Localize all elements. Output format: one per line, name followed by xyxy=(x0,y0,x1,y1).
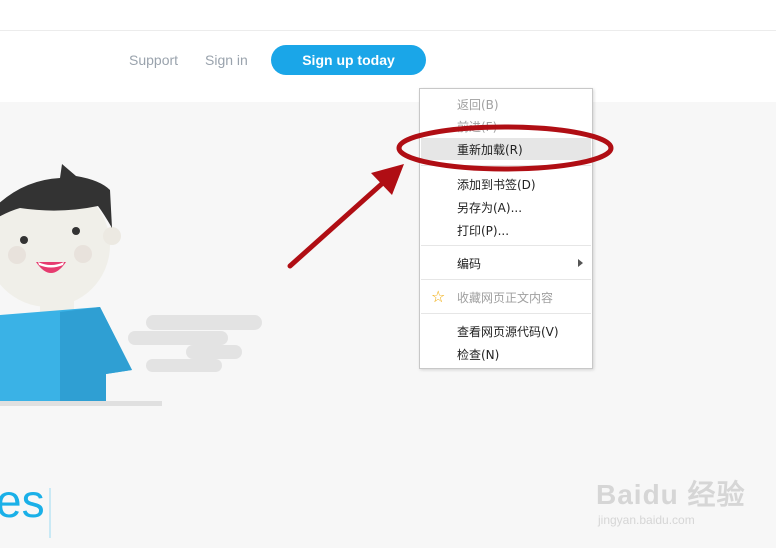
menu-item-encoding[interactable]: 编码 xyxy=(421,252,591,274)
hero-partial-heading: es xyxy=(0,475,45,527)
character xyxy=(0,164,132,401)
menu-item-reload[interactable]: 重新加载(R) xyxy=(421,138,591,160)
watermark-brand: Baidu 经验 xyxy=(596,479,746,510)
menu-item-save-as[interactable]: 另存为(A)... xyxy=(421,196,591,218)
menu-separator xyxy=(421,245,591,246)
nav-signin-link[interactable]: Sign in xyxy=(205,52,248,68)
watermark-url: jingyan.baidu.com xyxy=(598,513,695,527)
menu-separator xyxy=(421,165,591,166)
menu-separator xyxy=(421,279,591,280)
menu-item-back[interactable]: 返回(B) xyxy=(421,93,591,115)
star-icon: ☆ xyxy=(431,287,446,306)
top-strip xyxy=(0,0,776,31)
nav-support-link[interactable]: Support xyxy=(129,52,178,68)
menu-item-view-source[interactable]: 查看网页源代码(V) xyxy=(421,320,591,342)
page: Support Sign in Sign up today es 返回(B) 前… xyxy=(0,0,776,548)
baidu-watermark: Baidu 经验 jingyan.baidu.com xyxy=(596,463,756,533)
menu-item-print[interactable]: 打印(P)... xyxy=(421,219,591,241)
text-cursor xyxy=(49,488,51,538)
signup-button[interactable]: Sign up today xyxy=(271,45,426,75)
hero-illustration xyxy=(0,164,262,406)
context-menu: 返回(B) 前进(F) 重新加载(R) 添加到书签(D) 另存为(A)... 打… xyxy=(419,88,593,369)
menu-item-forward[interactable]: 前进(F) xyxy=(421,115,591,137)
menu-separator xyxy=(421,313,591,314)
menu-item-bookmark[interactable]: 添加到书签(D) xyxy=(421,173,591,195)
menu-item-save-article[interactable]: ☆ 收藏网页正文内容 xyxy=(421,286,591,308)
submenu-arrow-icon xyxy=(578,259,583,267)
menu-item-inspect[interactable]: 检查(N) xyxy=(421,343,591,365)
